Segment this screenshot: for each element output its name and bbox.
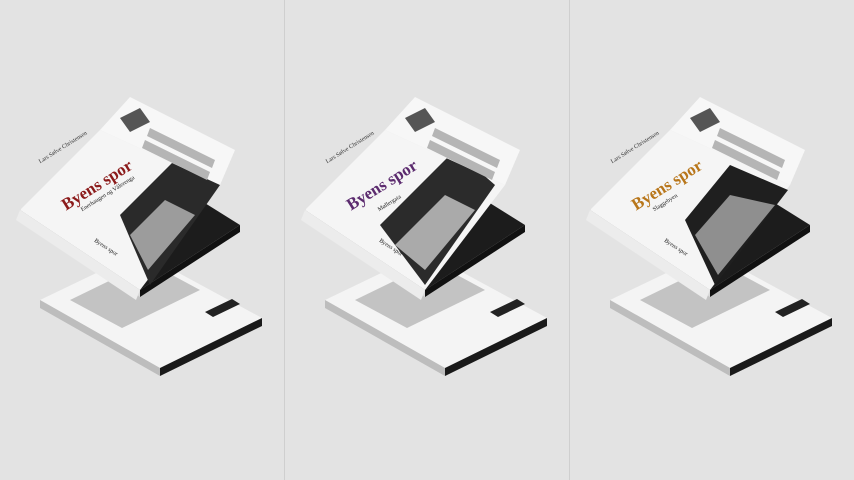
book-mockup-illustration xyxy=(586,97,832,376)
open-book xyxy=(301,97,525,300)
mockup-stage: Lars Sølve Christensen Byens spor Enerha… xyxy=(0,0,854,480)
book-mockup-panel-2: Lars Sølve Christensen Byens spor Møller… xyxy=(285,0,569,480)
book-mockup-illustration xyxy=(16,97,262,376)
book-mockup-panel-3: Lars Sølve Christensen Byens spor Slagge… xyxy=(570,0,854,480)
book-mockup-panel-1: Lars Sølve Christensen Byens spor Enerha… xyxy=(0,0,284,480)
book-mockup-illustration xyxy=(301,97,547,376)
open-book xyxy=(586,97,810,300)
open-book xyxy=(16,97,240,300)
